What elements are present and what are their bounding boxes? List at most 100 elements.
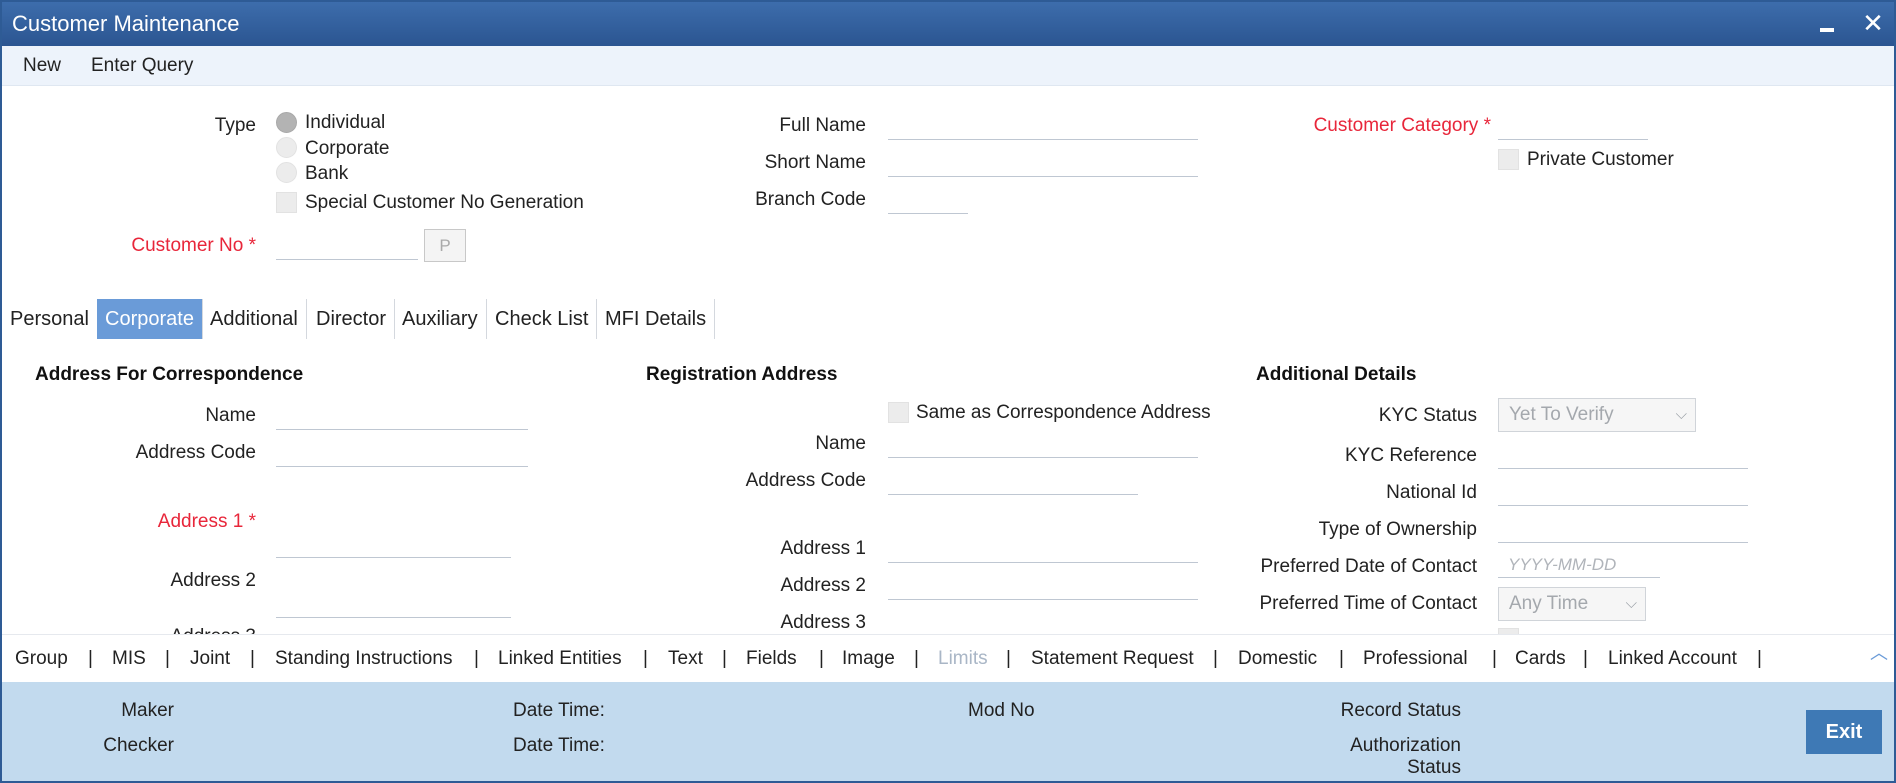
type-radio-individual[interactable]: [276, 112, 297, 133]
close-icon: ✕: [1862, 8, 1884, 38]
link-separator: |: [819, 648, 824, 669]
link-separator: |: [1492, 648, 1497, 669]
link-cards[interactable]: Cards: [1515, 648, 1566, 670]
corr-address2-input[interactable]: [276, 592, 511, 618]
type-radio-corporate[interactable]: [276, 137, 297, 158]
special-customer-no-label: Special Customer No Generation: [305, 192, 584, 213]
national-id-label: National Id: [1386, 482, 1477, 503]
branch-code-label: Branch Code: [755, 189, 866, 210]
type-option-individual: Individual: [305, 112, 386, 133]
type-option-corporate: Corporate: [305, 138, 390, 159]
customer-no-input[interactable]: [276, 234, 418, 260]
reg-address-code-label: Address Code: [745, 470, 866, 491]
full-name-label: Full Name: [779, 115, 866, 136]
kyc-status-value: Yet To Verify: [1509, 404, 1614, 425]
minimize-icon: [1820, 28, 1834, 32]
link-professional[interactable]: Professional: [1363, 648, 1468, 670]
corr-address-code-input[interactable]: [276, 441, 528, 467]
tab-auxiliary[interactable]: Auxiliary: [394, 299, 487, 339]
correspondence-section-title: Address For Correspondence: [35, 364, 304, 385]
type-option-bank: Bank: [305, 163, 349, 184]
corr-address-code-label: Address Code: [135, 442, 256, 463]
tab-additional[interactable]: Additional: [202, 299, 307, 339]
reg-address2-input[interactable]: [888, 574, 1198, 600]
close-button[interactable]: ✕: [1858, 8, 1888, 38]
special-customer-no-checkbox[interactable]: [276, 192, 297, 213]
audit-footer: Maker Checker Date Time: Date Time: Mod …: [2, 682, 1894, 781]
link-joint[interactable]: Joint: [190, 648, 230, 670]
tab-corporate[interactable]: Corporate: [97, 299, 203, 339]
corr-address2-label: Address 2: [170, 570, 256, 591]
link-group[interactable]: Group: [15, 648, 68, 670]
menu-new[interactable]: New: [23, 55, 61, 77]
corr-name-label: Name: [205, 405, 256, 426]
preferred-date-input[interactable]: [1498, 552, 1660, 578]
reg-name-input[interactable]: [888, 432, 1198, 458]
reg-address1-input[interactable]: [888, 537, 1198, 563]
link-separator: |: [165, 648, 170, 669]
record-status-label: Record Status: [1340, 700, 1461, 721]
corr-name-input[interactable]: [276, 404, 528, 430]
chevron-down-icon: ⌵: [1625, 595, 1637, 612]
link-separator: |: [722, 648, 727, 669]
full-name-input[interactable]: [888, 114, 1198, 140]
link-domestic[interactable]: Domestic: [1238, 648, 1317, 670]
chevron-up-icon[interactable]: ︿: [1870, 639, 1888, 665]
tab-personal[interactable]: Personal: [2, 299, 98, 339]
menu-bar: New Enter Query: [2, 46, 1894, 86]
preferred-time-select[interactable]: Any Time ⌵: [1498, 587, 1646, 621]
link-standing-instructions[interactable]: Standing Instructions: [275, 648, 452, 670]
link-linked-entities[interactable]: Linked Entities: [498, 648, 622, 670]
tab-director[interactable]: Director: [308, 299, 396, 339]
link-separator: |: [914, 648, 919, 669]
authorization-status-label-line2: Status: [1407, 757, 1461, 778]
same-as-correspondence-checkbox[interactable]: [888, 402, 909, 423]
reg-address1-label: Address 1: [780, 538, 866, 559]
type-of-ownership-input[interactable]: [1498, 517, 1748, 543]
kyc-status-select[interactable]: Yet To Verify ⌵: [1498, 398, 1696, 432]
window-title: Customer Maintenance: [12, 11, 240, 36]
chevron-down-icon: ⌵: [1675, 406, 1687, 423]
link-statement-request[interactable]: Statement Request: [1031, 648, 1194, 670]
link-limits: Limits: [938, 648, 988, 669]
menu-enter-query[interactable]: Enter Query: [91, 55, 193, 77]
customer-no-p-button[interactable]: P: [424, 229, 466, 262]
preferred-time-label: Preferred Time of Contact: [1259, 593, 1477, 614]
link-image[interactable]: Image: [842, 648, 895, 670]
link-separator: |: [1757, 648, 1762, 669]
reg-address-code-input[interactable]: [888, 469, 1138, 495]
exit-button[interactable]: Exit: [1806, 710, 1882, 754]
link-linked-account[interactable]: Linked Account: [1608, 648, 1737, 670]
customer-category-label-text: Customer Category: [1313, 115, 1479, 136]
short-name-input[interactable]: [888, 151, 1198, 177]
link-separator: |: [1213, 648, 1218, 669]
checker-date-time-label: Date Time:: [513, 735, 605, 756]
kyc-status-label: KYC Status: [1378, 405, 1477, 426]
kyc-reference-input[interactable]: [1498, 443, 1748, 469]
reg-address2-label: Address 2: [780, 575, 866, 596]
link-fields[interactable]: Fields: [746, 648, 797, 670]
link-separator: |: [474, 648, 479, 669]
corr-address1-input[interactable]: [276, 532, 511, 558]
maker-label: Maker: [121, 700, 174, 721]
link-mis[interactable]: MIS: [112, 648, 146, 670]
title-bar: Customer Maintenance ✕: [2, 2, 1894, 46]
branch-code-input[interactable]: [888, 188, 968, 214]
registration-section-title: Registration Address: [646, 364, 838, 385]
tab-mfi-details[interactable]: MFI Details: [597, 299, 716, 339]
private-customer-checkbox[interactable]: [1498, 149, 1519, 170]
national-id-input[interactable]: [1498, 480, 1748, 506]
customer-maintenance-window: Customer Maintenance ✕ New Enter Query T…: [0, 0, 1896, 783]
customer-category-input[interactable]: [1498, 114, 1648, 140]
preferred-time-value: Any Time: [1509, 593, 1589, 614]
authorization-status-label-line1: Authorization: [1350, 735, 1461, 756]
link-text[interactable]: Text: [668, 648, 703, 670]
sub-screen-link-bar: Group | MIS | Joint | Standing Instructi…: [2, 634, 1894, 682]
reg-name-label: Name: [815, 433, 866, 454]
link-separator: |: [643, 648, 648, 669]
tab-check-list[interactable]: Check List: [487, 299, 598, 339]
minimize-button[interactable]: [1812, 8, 1842, 38]
type-radio-bank[interactable]: [276, 162, 297, 183]
required-mark: *: [1483, 115, 1491, 136]
type-of-ownership-label: Type of Ownership: [1318, 519, 1477, 540]
